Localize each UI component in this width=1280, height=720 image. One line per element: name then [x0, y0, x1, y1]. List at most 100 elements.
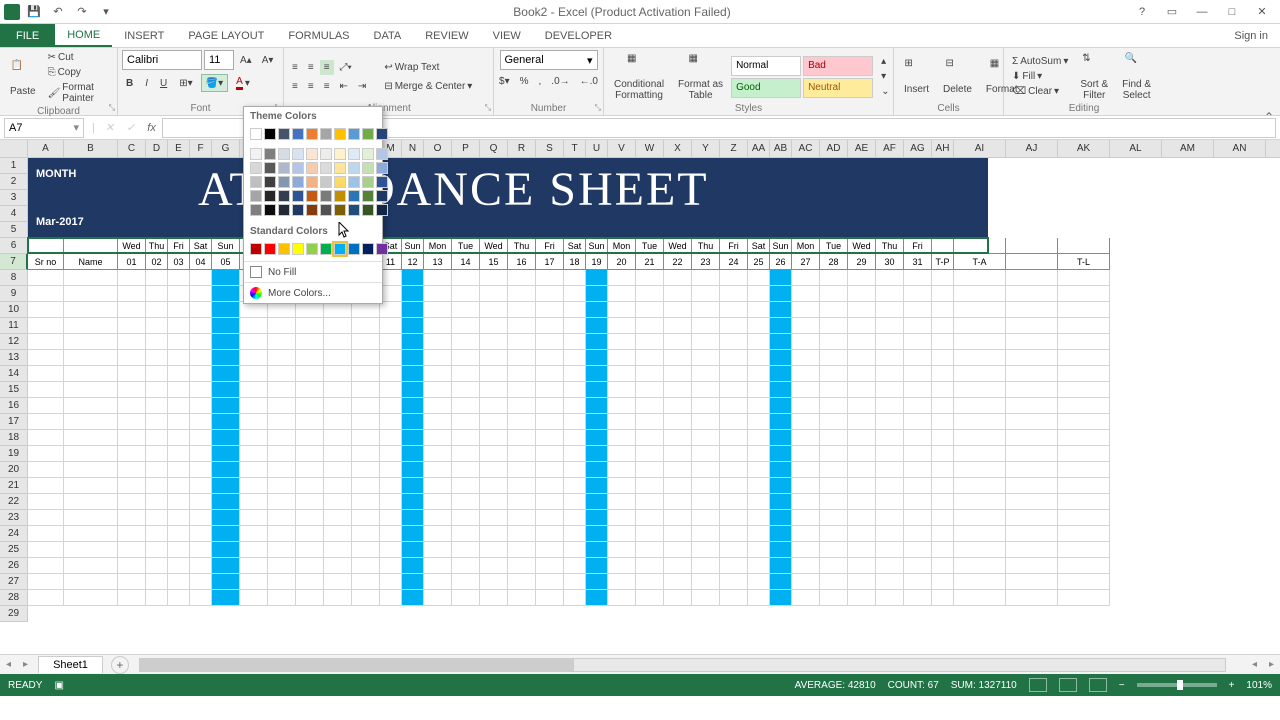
cell[interactable]	[268, 382, 296, 398]
cell[interactable]	[636, 478, 664, 494]
cell[interactable]	[402, 542, 424, 558]
cell[interactable]	[480, 590, 508, 606]
cell[interactable]	[240, 590, 268, 606]
cell[interactable]	[608, 430, 636, 446]
undo-icon[interactable]: ↶	[48, 2, 68, 22]
align-middle-icon[interactable]: ≡	[304, 60, 318, 75]
cell[interactable]	[586, 558, 608, 574]
cell[interactable]	[564, 526, 586, 542]
cell[interactable]	[212, 350, 240, 366]
cell[interactable]	[168, 478, 190, 494]
cell[interactable]	[664, 542, 692, 558]
cell[interactable]	[268, 542, 296, 558]
cell[interactable]	[190, 510, 212, 526]
cell[interactable]	[424, 430, 452, 446]
cell[interactable]	[118, 318, 146, 334]
cell[interactable]	[1058, 350, 1110, 366]
cell[interactable]	[240, 430, 268, 446]
cell[interactable]	[586, 366, 608, 382]
sort-filter-button[interactable]: ⇅Sort & Filter	[1074, 51, 1114, 103]
cell[interactable]	[720, 462, 748, 478]
cell[interactable]	[212, 574, 240, 590]
cell[interactable]	[146, 446, 168, 462]
cell[interactable]	[324, 446, 352, 462]
cell[interactable]	[508, 382, 536, 398]
name-box[interactable]: A7▾	[4, 118, 84, 138]
cell[interactable]	[146, 478, 168, 494]
cell[interactable]	[586, 478, 608, 494]
cell[interactable]	[664, 446, 692, 462]
cell[interactable]	[28, 350, 64, 366]
cell[interactable]	[508, 510, 536, 526]
cell[interactable]	[212, 510, 240, 526]
cell[interactable]	[190, 350, 212, 366]
cell[interactable]	[146, 366, 168, 382]
cell[interactable]	[1006, 494, 1058, 510]
cell[interactable]	[118, 382, 146, 398]
cell[interactable]	[352, 590, 380, 606]
cell[interactable]	[190, 398, 212, 414]
cell[interactable]	[848, 334, 876, 350]
color-swatch[interactable]	[264, 243, 276, 255]
cell[interactable]	[268, 462, 296, 478]
cell[interactable]	[268, 302, 296, 318]
clipboard-launcher-icon[interactable]: ⤡	[109, 103, 115, 113]
cell[interactable]	[402, 270, 424, 286]
cell[interactable]	[954, 590, 1006, 606]
cell[interactable]	[1058, 366, 1110, 382]
autosum-button[interactable]: ΣAutoSum▾	[1008, 54, 1072, 69]
color-swatch[interactable]	[320, 176, 332, 188]
col-header-S[interactable]: S	[536, 140, 564, 158]
header-cell[interactable]: 25	[748, 254, 770, 270]
cell[interactable]	[586, 510, 608, 526]
cell[interactable]	[324, 334, 352, 350]
cell[interactable]	[586, 302, 608, 318]
cell[interactable]	[792, 414, 820, 430]
cell[interactable]	[932, 446, 954, 462]
format-as-table-button[interactable]: ▦Format as Table	[672, 51, 729, 103]
cell[interactable]	[536, 478, 564, 494]
find-select-button[interactable]: 🔍Find & Select	[1116, 51, 1157, 103]
cell[interactable]	[380, 350, 402, 366]
cell[interactable]	[608, 478, 636, 494]
increase-font-icon[interactable]: A▴	[236, 50, 256, 70]
header-cell[interactable]: 19	[586, 254, 608, 270]
header-cell[interactable]: Tue	[636, 238, 664, 254]
header-cell[interactable]: 21	[636, 254, 664, 270]
cell[interactable]	[848, 318, 876, 334]
cell[interactable]	[608, 558, 636, 574]
cell[interactable]	[296, 430, 324, 446]
cell[interactable]	[820, 286, 848, 302]
color-swatch[interactable]	[292, 162, 304, 174]
row-header-5[interactable]: 5	[0, 222, 28, 238]
cell[interactable]	[770, 494, 792, 510]
cell[interactable]	[402, 462, 424, 478]
header-cell[interactable]: Wed	[664, 238, 692, 254]
cell[interactable]	[168, 494, 190, 510]
normal-view-icon[interactable]	[1029, 678, 1047, 692]
cell[interactable]	[146, 542, 168, 558]
header-cell[interactable]: 14	[452, 254, 480, 270]
header-cell[interactable]: 22	[664, 254, 692, 270]
cell[interactable]	[954, 430, 1006, 446]
cell[interactable]	[352, 478, 380, 494]
cell[interactable]	[146, 318, 168, 334]
header-cell[interactable]: Sat	[564, 238, 586, 254]
cell[interactable]	[876, 414, 904, 430]
header-cell[interactable]: Tue	[820, 238, 848, 254]
cell[interactable]	[536, 574, 564, 590]
cell[interactable]	[452, 286, 480, 302]
color-swatch[interactable]	[250, 243, 262, 255]
header-cell[interactable]: Mon	[608, 238, 636, 254]
row-header-13[interactable]: 13	[0, 350, 28, 366]
cell[interactable]	[720, 526, 748, 542]
cell[interactable]	[748, 478, 770, 494]
cell[interactable]	[692, 478, 720, 494]
cell[interactable]	[296, 510, 324, 526]
row-header-16[interactable]: 16	[0, 398, 28, 414]
cell[interactable]	[664, 558, 692, 574]
color-swatch[interactable]	[278, 204, 290, 216]
cell[interactable]	[118, 334, 146, 350]
cell[interactable]	[380, 334, 402, 350]
cell[interactable]	[352, 574, 380, 590]
